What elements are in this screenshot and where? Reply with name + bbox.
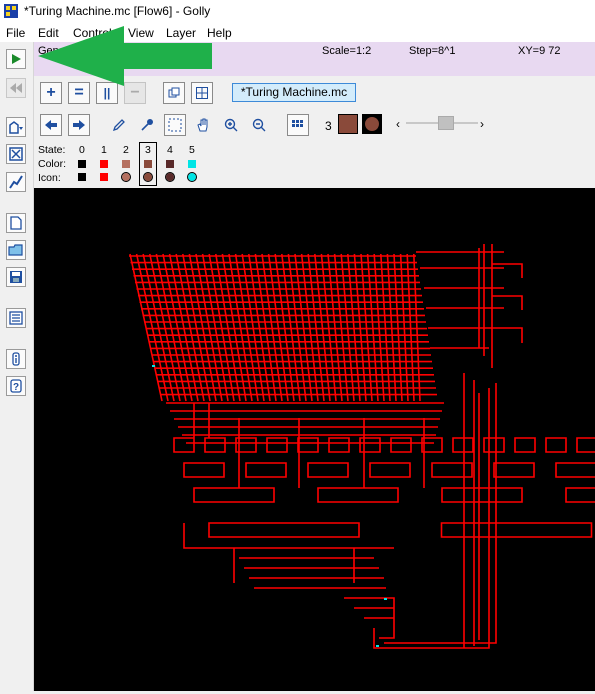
state-number: 0 (79, 144, 85, 156)
rewind-icon (10, 83, 22, 93)
move-tool-button[interactable] (192, 114, 214, 136)
color-label: Color: (38, 158, 67, 170)
play-icon (12, 54, 21, 64)
help-button[interactable]: ? (6, 376, 26, 396)
back-arrow-icon (45, 120, 57, 130)
cyan-cell (152, 365, 155, 367)
state-color-swatch[interactable] (166, 160, 174, 168)
menu-file[interactable]: File (6, 26, 25, 40)
open-icon (8, 244, 23, 256)
tile-icon (196, 87, 208, 99)
clone-layer-icon: = (74, 84, 84, 101)
state-circle-icon (365, 117, 379, 131)
stack-icon (9, 175, 23, 189)
pattern-shape-icon (9, 121, 23, 134)
help-icon: ? (10, 379, 22, 393)
save-pattern-button[interactable] (6, 267, 26, 287)
all-states-icon (292, 120, 303, 127)
file-list-icon (9, 311, 23, 325)
save-icon (10, 271, 22, 283)
title-bar: *Turing Machine.mc [Flow6] - Golly (0, 0, 595, 24)
step-readout: Step=8^1 (409, 45, 456, 57)
circuit-wires (129, 244, 595, 649)
stack-icon (168, 87, 180, 98)
svg-text:?: ? (13, 382, 19, 393)
draw-state-icon[interactable] (362, 114, 382, 134)
state-icon-swatch[interactable] (121, 172, 131, 182)
golly-app-icon (4, 4, 18, 18)
selected-state-box (139, 142, 157, 186)
info-icon (12, 352, 20, 366)
zoom-out-button[interactable] (248, 114, 270, 136)
state-prev-arrow-icon[interactable]: ‹ (396, 117, 400, 131)
draw-state-number: 3 (325, 119, 332, 133)
state-slider-track[interactable] (406, 116, 478, 130)
select-icon (168, 118, 182, 132)
xy-readout: XY=9 72 (518, 45, 561, 57)
forward-button[interactable] (68, 114, 90, 136)
draw-tool-button[interactable] (108, 114, 130, 136)
state-icon-swatch[interactable] (78, 173, 86, 181)
rewind-button[interactable] (6, 78, 26, 98)
hand-icon (197, 118, 208, 132)
pattern-canvas[interactable] (34, 188, 595, 691)
draw-state-color[interactable] (338, 114, 358, 134)
play-button[interactable] (6, 49, 26, 69)
add-layer-icon: + (46, 84, 56, 101)
state-icon-swatch[interactable] (187, 172, 197, 182)
state-slider-thumb[interactable] (437, 116, 454, 130)
state-number: 5 (189, 144, 195, 156)
pick-icon (141, 119, 153, 131)
select-tool-button[interactable] (164, 114, 186, 136)
forward-arrow-icon (73, 120, 85, 130)
zoom-out-icon (252, 118, 266, 132)
fit-pattern-icon (9, 147, 23, 161)
all-states-button[interactable] (287, 114, 309, 136)
back-button[interactable] (40, 114, 62, 136)
turing-machine-pattern (129, 244, 595, 649)
new-pattern-button[interactable] (6, 213, 26, 233)
pattern-shape-button[interactable] (6, 117, 26, 137)
cyan-cell (384, 598, 387, 600)
zoom-in-icon (224, 118, 238, 132)
zoom-in-button[interactable] (220, 114, 242, 136)
pencil-icon (112, 119, 125, 132)
tab-turing-machine[interactable]: *Turing Machine.mc (232, 83, 356, 102)
state-color-swatch[interactable] (100, 160, 108, 168)
new-icon (10, 216, 22, 230)
state-panel: State: Color: Icon: 012345 (34, 142, 234, 188)
scale-readout: Scale=1:2 (322, 45, 372, 57)
state-next-arrow-icon[interactable]: › (480, 117, 484, 131)
state-icon-swatch[interactable] (165, 172, 175, 182)
show-files-button[interactable] (6, 308, 26, 328)
left-toolbar: ? (0, 42, 34, 691)
state-number: 2 (123, 144, 129, 156)
state-color-swatch[interactable] (122, 160, 130, 168)
state-number: 4 (167, 144, 173, 156)
state-color-swatch[interactable] (78, 160, 86, 168)
fit-pattern-button[interactable] (6, 144, 26, 164)
cyan-cell (376, 645, 379, 647)
delete-layer-icon: − (130, 84, 140, 101)
info-button[interactable] (6, 349, 26, 369)
state-color-swatch[interactable] (188, 160, 196, 168)
timeline-button[interactable] (6, 172, 26, 192)
pause-icon: || (103, 86, 111, 100)
open-pattern-button[interactable] (6, 240, 26, 260)
pick-tool-button[interactable] (136, 114, 158, 136)
arrow-annotation (38, 26, 212, 86)
state-number: 1 (101, 144, 107, 156)
icon-label: Icon: (38, 172, 61, 184)
window-title: *Turing Machine.mc [Flow6] - Golly (24, 4, 211, 18)
state-icon-swatch[interactable] (100, 173, 108, 181)
state-label: State: (38, 144, 66, 156)
